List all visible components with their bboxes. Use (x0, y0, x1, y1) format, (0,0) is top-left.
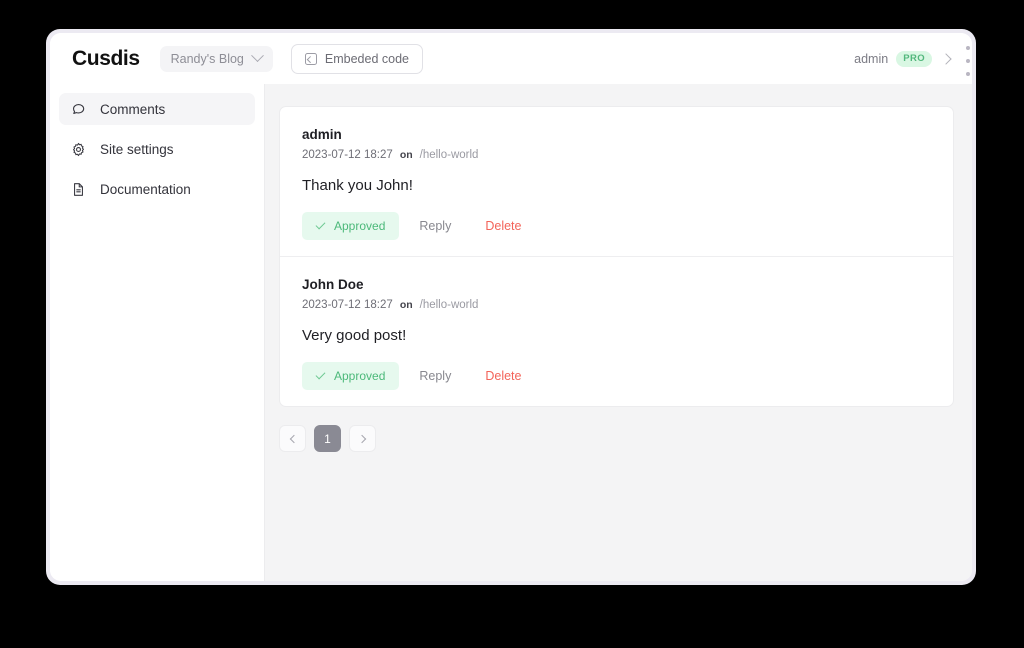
site-selector[interactable]: Randy's Blog (159, 45, 273, 72)
comment-body: Very good post! (302, 327, 407, 344)
main-content: admin 2023-07-12 18:27 on /hello-world T… (265, 84, 972, 581)
comment-author: John Doe (302, 277, 364, 292)
chevron-down-icon (251, 49, 264, 63)
comment-on-label: on (399, 299, 413, 311)
delete-button[interactable]: Delete (471, 362, 535, 390)
sidebar-item-label: Documentation (100, 181, 191, 197)
delete-button[interactable]: Delete (471, 212, 535, 240)
comment-meta: 2023-07-12 18:27 on /hello-world (302, 299, 931, 311)
approved-status-badge[interactable]: Approved (302, 212, 400, 240)
comment-author: admin (302, 127, 342, 142)
sidebar-item-label: Site settings (100, 141, 174, 157)
comment-row: John Doe 2023-07-12 18:27 on /hello-worl… (280, 256, 953, 406)
comment-body: Thank you John! (302, 177, 413, 194)
comment-timestamp: 2023-07-12 18:27 (302, 299, 393, 311)
sidebar-item-site-settings[interactable]: Site settings (59, 133, 255, 165)
comment-meta: 2023-07-12 18:27 on /hello-world (302, 149, 931, 161)
app-window-frame: Cusdis Randy's Blog Embeded code admin P… (46, 29, 976, 585)
chevron-right-icon (940, 52, 952, 65)
check-icon (315, 219, 326, 230)
comment-actions: Approved Reply Delete (302, 212, 931, 240)
comments-list: admin 2023-07-12 18:27 on /hello-world T… (279, 106, 954, 407)
check-icon (315, 369, 326, 380)
comment-on-label: on (399, 149, 413, 161)
document-icon (71, 182, 86, 197)
comment-page-path[interactable]: /hello-world (420, 299, 479, 311)
sidebar-item-documentation[interactable]: Documentation (59, 173, 255, 205)
app-logo: Cusdis (72, 46, 140, 70)
approved-label: Approved (334, 369, 386, 383)
sidebar-item-comments[interactable]: Comments (59, 93, 255, 125)
sidebar: Comments Site settings Documentation (50, 84, 265, 581)
chevron-right-icon (357, 434, 366, 443)
sidebar-item-label: Comments (100, 101, 166, 117)
app-body: Comments Site settings Documentation adm… (50, 84, 972, 581)
code-square-icon (304, 52, 317, 65)
app-header: Cusdis Randy's Blog Embeded code admin P… (50, 33, 972, 84)
comment-actions: Approved Reply Delete (302, 362, 931, 390)
site-selector-label: Randy's Blog (170, 51, 244, 66)
pagination-page-1[interactable]: 1 (314, 425, 341, 452)
drag-dots-icon[interactable] (963, 43, 973, 79)
user-menu[interactable]: admin PRO (854, 50, 954, 67)
chat-bubble-icon (71, 102, 86, 117)
chevron-left-icon (289, 434, 298, 443)
user-name: admin (854, 51, 889, 66)
gear-icon (71, 142, 86, 157)
embeded-code-label: Embeded code (324, 51, 409, 66)
reply-button[interactable]: Reply (405, 362, 465, 390)
pagination-prev-button[interactable] (279, 425, 306, 452)
embeded-code-button[interactable]: Embeded code (290, 43, 423, 74)
approved-label: Approved (334, 219, 386, 233)
approved-status-badge[interactable]: Approved (302, 362, 400, 390)
pagination-next-button[interactable] (349, 425, 376, 452)
comment-page-path[interactable]: /hello-world (420, 149, 479, 161)
app-window: Cusdis Randy's Blog Embeded code admin P… (50, 33, 972, 581)
pro-badge: PRO (896, 50, 932, 67)
comment-row: admin 2023-07-12 18:27 on /hello-world T… (280, 107, 953, 256)
comment-timestamp: 2023-07-12 18:27 (302, 149, 393, 161)
reply-button[interactable]: Reply (405, 212, 465, 240)
pagination: 1 (279, 425, 954, 452)
